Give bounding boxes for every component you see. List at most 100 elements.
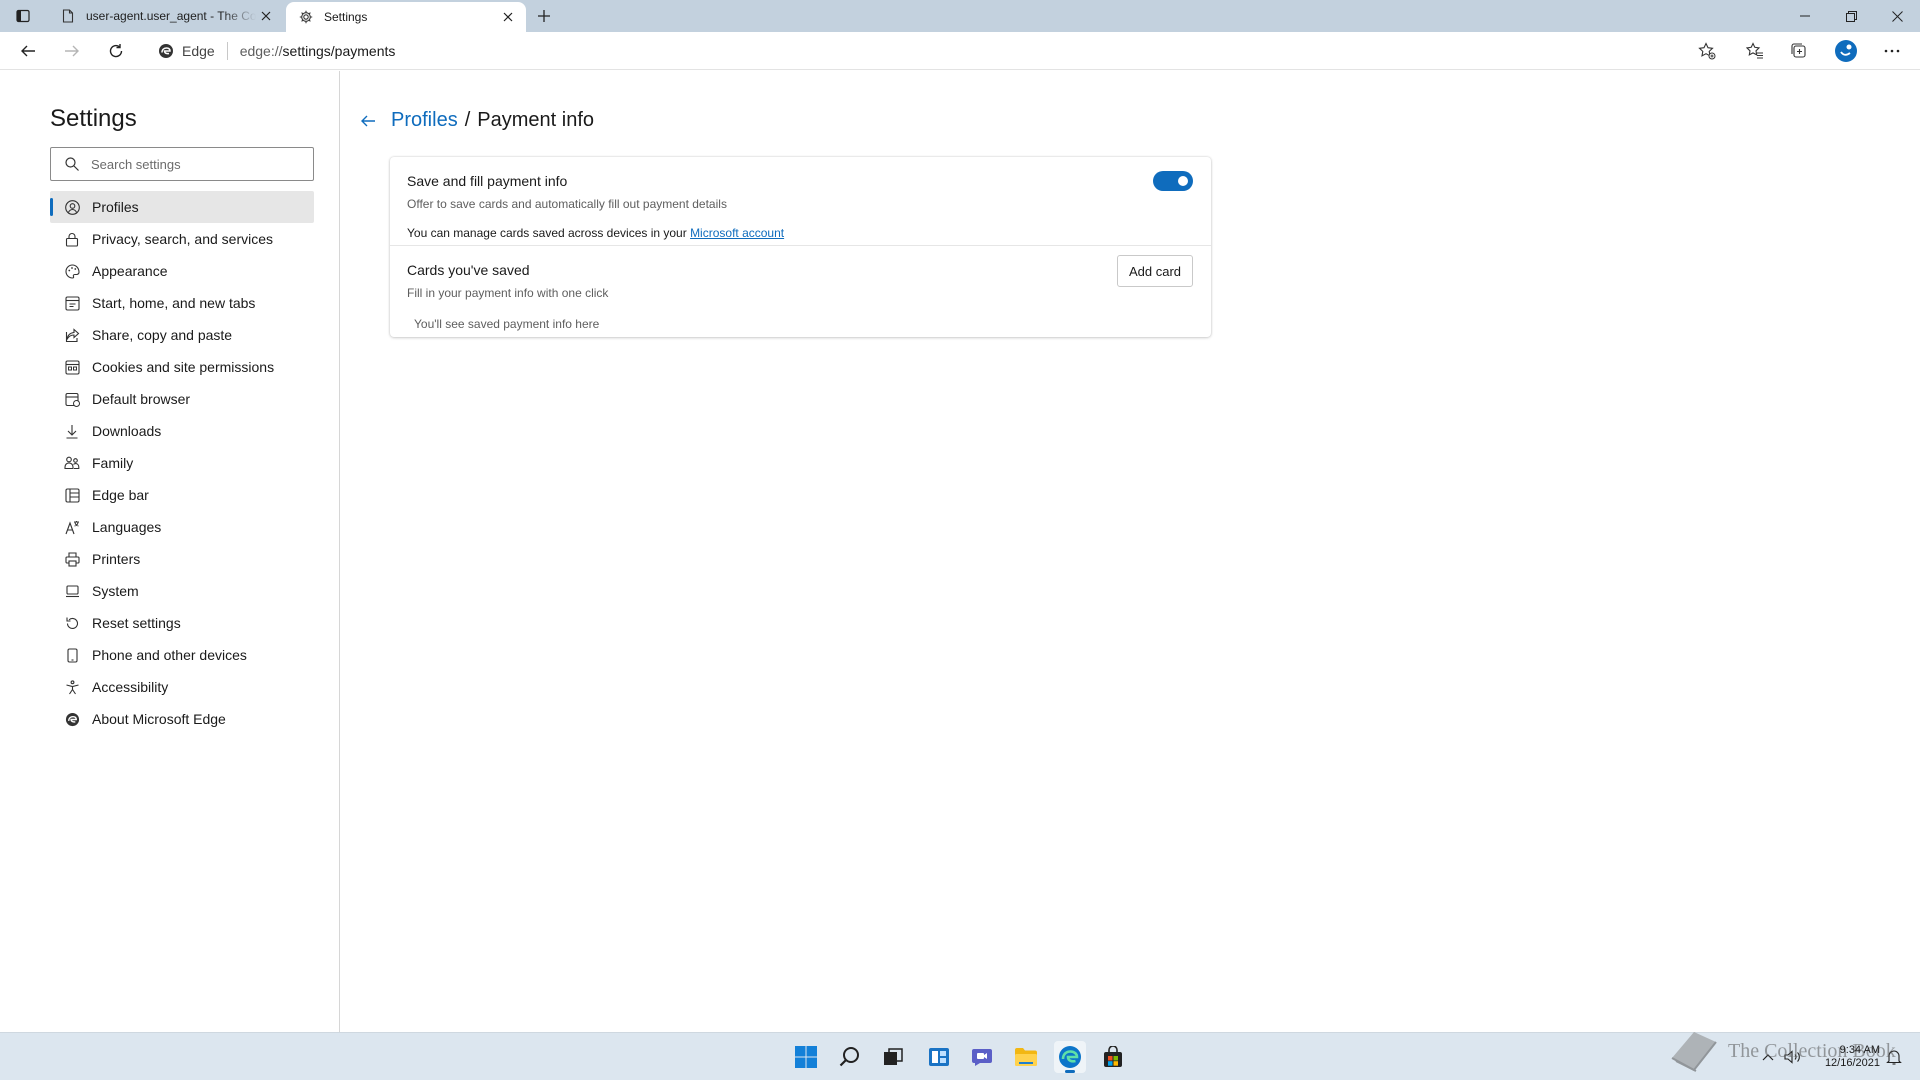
- tab-title: user-agent.user_agent - The Coll: [86, 9, 256, 23]
- search-input[interactable]: [91, 156, 291, 172]
- sidebar-item-label: About Microsoft Edge: [92, 711, 226, 727]
- sidebar-item-label: Phone and other devices: [92, 647, 247, 663]
- save-fill-toggle[interactable]: [1153, 171, 1193, 191]
- sidebar-item-downloads[interactable]: Downloads: [50, 415, 314, 447]
- refresh-button[interactable]: [102, 37, 130, 65]
- task-view-icon: [884, 1048, 903, 1065]
- sidebar-item-edge-bar[interactable]: Edge bar: [50, 479, 314, 511]
- edge-logo-icon: [159, 44, 173, 58]
- omnibox-divider: [226, 42, 228, 60]
- collections-button[interactable]: [1785, 37, 1813, 65]
- sidebar-item-system[interactable]: System: [50, 575, 314, 607]
- widgets-button[interactable]: [923, 1041, 955, 1073]
- sidebar-item-cookies[interactable]: Cookies and site permissions: [50, 351, 314, 383]
- forward-button[interactable]: [58, 37, 86, 65]
- add-favorite-button[interactable]: [1693, 37, 1721, 65]
- sidebar-item-about[interactable]: About Microsoft Edge: [50, 703, 314, 735]
- new-tab-button[interactable]: [533, 5, 555, 27]
- saved-cards-description: Fill in your payment info with one click: [407, 286, 609, 300]
- breadcrumb-profiles-link[interactable]: Profiles: [391, 109, 458, 132]
- sidebar-item-share[interactable]: Share, copy and paste: [50, 319, 314, 351]
- add-card-button[interactable]: Add card: [1117, 255, 1193, 287]
- sidebar-item-default-browser[interactable]: Default browser: [50, 383, 314, 415]
- breadcrumb-back-button[interactable]: [357, 110, 379, 132]
- edge-taskbar-button[interactable]: [1054, 1041, 1086, 1073]
- taskbar: [0, 1032, 1920, 1080]
- sidebar-item-start-home[interactable]: Start, home, and new tabs: [50, 287, 314, 319]
- url-path: settings/payments: [282, 43, 396, 59]
- sidebar-item-profiles[interactable]: Profiles: [50, 191, 314, 223]
- avatar: [1835, 40, 1857, 62]
- url-text: edge://settings/payments: [240, 43, 396, 59]
- sidebar-item-label: Default browser: [92, 391, 191, 407]
- sidebar-item-privacy[interactable]: Privacy, search, and services: [50, 223, 314, 255]
- sidebar-item-languages[interactable]: Languages: [50, 511, 314, 543]
- sidebar-item-appearance[interactable]: Appearance: [50, 255, 314, 287]
- sidebar-item-label: Profiles: [92, 199, 139, 215]
- windows-logo-icon: [795, 1046, 817, 1068]
- saved-cards-title: Cards you've saved: [407, 262, 530, 278]
- search-box[interactable]: [50, 147, 314, 181]
- taskbar-clock[interactable]: 9:34 AM 12/16/2021: [1818, 1044, 1880, 1070]
- profile-icon: [64, 199, 80, 215]
- sidebar-item-label: System: [92, 583, 139, 599]
- close-tab-button[interactable]: [256, 6, 276, 26]
- back-button[interactable]: [14, 37, 42, 65]
- favorites-icon: [1746, 42, 1763, 59]
- settings-nav: Profiles Privacy, search, and services A…: [50, 191, 314, 735]
- toggle-knob: [1178, 176, 1188, 186]
- sidebar-item-label: Reset settings: [92, 615, 181, 631]
- saved-cards-empty-text: You'll see saved payment info here: [414, 317, 600, 331]
- chat-button[interactable]: [966, 1041, 998, 1073]
- favorites-button[interactable]: [1741, 37, 1769, 65]
- arrow-right-icon: [65, 45, 79, 57]
- save-fill-section: Save and fill payment info Offer to save…: [390, 157, 1211, 246]
- tab-actions-icon: [16, 9, 30, 23]
- tab-settings[interactable]: Settings: [286, 2, 526, 32]
- breadcrumb: Profiles / Payment info: [357, 109, 594, 132]
- save-fill-title: Save and fill payment info: [407, 173, 568, 189]
- phone-icon: [64, 647, 80, 663]
- start-icon: [64, 295, 80, 311]
- restore-button[interactable]: [1828, 0, 1874, 32]
- system-icon: [64, 583, 80, 599]
- reset-icon: [64, 615, 80, 631]
- more-icon: [1884, 49, 1900, 53]
- close-tab-button[interactable]: [498, 7, 518, 27]
- close-window-button[interactable]: [1874, 0, 1920, 32]
- sidebar-item-phone[interactable]: Phone and other devices: [50, 639, 314, 671]
- sidebar-item-reset[interactable]: Reset settings: [50, 607, 314, 639]
- payment-info-card: Save and fill payment info Offer to save…: [390, 157, 1211, 337]
- close-icon: [261, 11, 271, 21]
- close-icon: [503, 12, 513, 22]
- sidebar-item-family[interactable]: Family: [50, 447, 314, 479]
- toolbar: Edge edge://settings/payments: [0, 32, 1920, 70]
- profile-button[interactable]: [1832, 37, 1860, 65]
- manage-cards-note-text: You can manage cards saved across device…: [407, 226, 687, 240]
- sidebar-item-label: Start, home, and new tabs: [92, 295, 256, 311]
- sidebar-item-label: Share, copy and paste: [92, 327, 233, 343]
- tab-user-agent[interactable]: user-agent.user_agent - The Coll: [48, 0, 284, 32]
- site-identity[interactable]: Edge: [158, 43, 215, 59]
- tab-actions-button[interactable]: [12, 6, 34, 26]
- settings-content: Profiles / Payment info Save and fill pa…: [341, 71, 1920, 1032]
- clock-date: 12/16/2021: [1824, 1057, 1880, 1069]
- sidebar-item-label: Appearance: [92, 263, 168, 279]
- settings-menu-button[interactable]: [1878, 37, 1906, 65]
- edge-bar-icon: [64, 487, 80, 503]
- minimize-button[interactable]: [1782, 0, 1828, 32]
- sidebar-item-label: Languages: [92, 519, 162, 535]
- microsoft-account-link[interactable]: Microsoft account: [690, 226, 784, 240]
- store-button[interactable]: [1097, 1041, 1129, 1073]
- sidebar-item-accessibility[interactable]: Accessibility: [50, 671, 314, 703]
- taskbar-search-button[interactable]: [834, 1041, 866, 1073]
- task-view-button[interactable]: [877, 1041, 909, 1073]
- start-button[interactable]: [790, 1041, 822, 1073]
- widgets-icon: [929, 1048, 949, 1066]
- file-explorer-button[interactable]: [1010, 1041, 1042, 1073]
- search-icon: [839, 1047, 859, 1067]
- address-bar[interactable]: Edge edge://settings/payments: [148, 35, 1728, 67]
- clock-time: 9:34 AM: [1839, 1044, 1880, 1056]
- edge-logo-icon: [1059, 1046, 1081, 1068]
- sidebar-item-printers[interactable]: Printers: [50, 543, 314, 575]
